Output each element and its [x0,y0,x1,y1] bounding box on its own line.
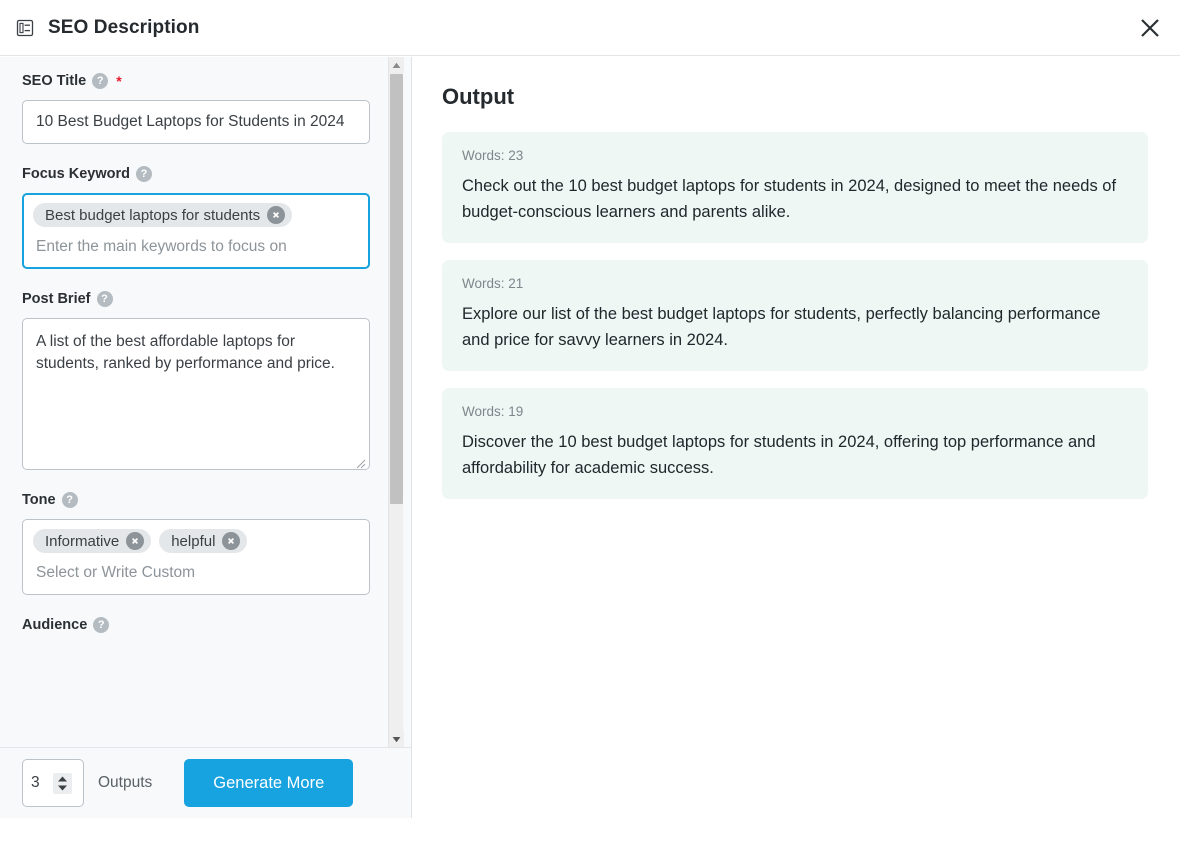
form-footer: 3 Outputs Generate More [0,747,411,818]
label-text: Audience [22,617,88,633]
resize-handle-icon[interactable] [354,454,366,469]
label-focus-keyword: Focus Keyword ? [22,166,370,182]
tone-chips: Informative helpful [33,529,359,553]
help-icon[interactable]: ? [96,291,113,307]
chip[interactable]: Best budget laptops for students [33,203,293,227]
form-layout-icon [14,17,36,39]
label-audience: Audience ? [22,617,370,633]
label-tone: Tone ? [22,492,370,508]
chip-label: helpful [171,532,216,550]
output-title: Output [442,84,515,109]
output-text: Discover the 10 best budget laptops for … [462,433,1096,477]
output-text: Explore our list of the best budget lapt… [462,305,1101,349]
outputs-label: Outputs [98,774,153,791]
word-count-badge: Words: 21 [462,276,524,292]
output-text: Check out the 10 best budget laptops for… [462,177,1117,221]
label-text: Focus Keyword [22,166,130,182]
output-card[interactable]: Words: 21 Explore our list of the best b… [442,260,1148,372]
label-post-brief: Post Brief ? [22,291,370,307]
outputs-count-stepper[interactable]: 3 [22,759,84,807]
stepper-arrows-icon[interactable] [53,772,72,794]
chip-remove-icon[interactable] [267,206,286,224]
required-asterisk: * [116,73,122,89]
output-card[interactable]: Words: 19 Discover the 10 best budget la… [442,388,1148,500]
chip-remove-icon[interactable] [126,532,145,550]
seo-description-modal: SEO Description SEO Title ? * 10 Best Bu… [0,0,1180,850]
form-panel: SEO Title ? * 10 Best Budget Laptops for… [0,57,412,818]
tone-input[interactable]: Informative helpful Select or Write Cust… [22,519,370,595]
field-focus-keyword: Focus Keyword ? Best budget laptops for … [0,166,392,269]
form-scroll-area: SEO Title ? * 10 Best Budget Laptops for… [0,57,392,747]
label-seo-title: SEO Title ? * [22,73,370,89]
focus-keyword-chips: Best budget laptops for students [33,203,359,227]
chip[interactable]: Informative [33,529,152,553]
scroll-up-arrow-icon[interactable] [389,57,404,73]
field-tone: Tone ? Informative helpful Select or Wri… [0,492,392,595]
seo-title-value: 10 Best Budget Laptops for Students in 2… [36,113,345,130]
label-text: Tone [22,492,56,508]
post-brief-value: A list of the best affordable laptops fo… [36,333,335,373]
focus-keyword-placeholder: Enter the main keywords to focus on [36,238,287,255]
label-text: Post Brief [22,291,91,307]
field-audience: Audience ? [0,617,392,633]
scroll-down-arrow-icon[interactable] [389,731,404,747]
modal-header: SEO Description [0,0,1180,56]
label-text: SEO Title [22,73,87,89]
word-count-badge: Words: 23 [462,148,524,163]
help-icon[interactable]: ? [135,166,152,182]
field-seo-title: SEO Title ? * 10 Best Budget Laptops for… [0,73,392,144]
chip-label: Informative [45,532,120,550]
chip[interactable]: helpful [159,529,248,553]
tone-placeholder: Select or Write Custom [36,564,196,581]
word-count-badge: Words: 19 [462,404,524,420]
help-icon[interactable]: ? [93,617,110,633]
focus-keyword-input[interactable]: Best budget laptops for students Enter t… [22,193,370,269]
generate-more-button[interactable]: Generate More [184,759,354,807]
close-icon[interactable] [1130,8,1170,48]
post-brief-textarea[interactable]: A list of the best affordable laptops fo… [22,318,370,470]
form-scrollbar[interactable] [388,57,404,747]
page-title: SEO Description [48,16,200,38]
field-post-brief: Post Brief ? A list of the best affordab… [0,291,392,470]
help-icon[interactable]: ? [61,492,78,508]
scrollbar-thumb[interactable] [390,74,403,504]
help-icon[interactable]: ? [92,73,109,89]
chip-remove-icon[interactable] [222,532,241,550]
output-panel: Output Words: 23 Check out the 10 best b… [413,57,1180,850]
seo-title-input[interactable]: 10 Best Budget Laptops for Students in 2… [22,100,370,144]
output-card[interactable]: Words: 23 Check out the 10 best budget l… [442,132,1148,244]
outputs-count-value: 3 [31,774,40,791]
chip-label: Best budget laptops for students [45,206,261,224]
